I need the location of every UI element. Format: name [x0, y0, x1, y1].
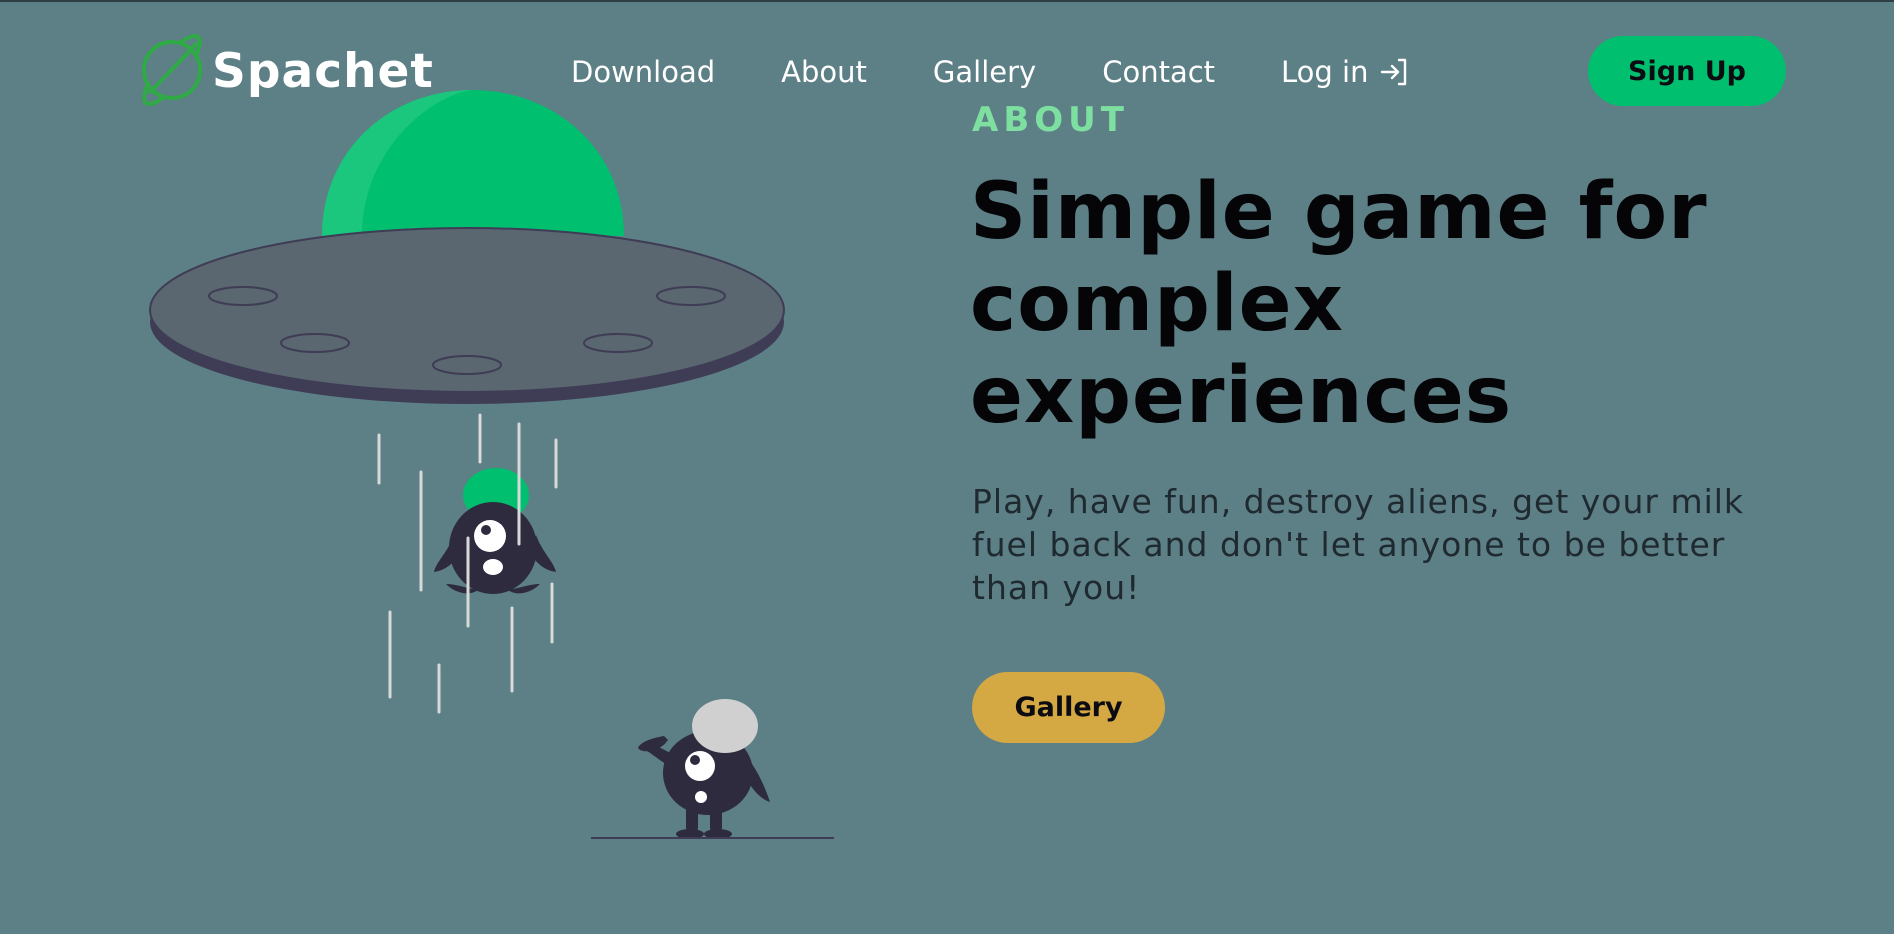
standing-alien	[638, 699, 770, 839]
ufo-abducting-alien-icon	[149, 90, 834, 839]
login-arrow-icon	[1381, 58, 1407, 86]
gallery-button[interactable]: Gallery	[972, 672, 1165, 743]
ufo-dome	[322, 90, 624, 236]
floating-alien	[434, 468, 556, 594]
ufo-disc	[149, 227, 785, 404]
section-eyebrow: ABOUT	[972, 100, 1129, 140]
nav-link-contact[interactable]: Contact	[1102, 48, 1215, 96]
login-label: Log in	[1281, 55, 1369, 89]
hero-title: Simple game for complex experiences	[970, 167, 1708, 441]
hero-description: Play, have fun, destroy aliens, get your…	[972, 482, 1745, 607]
sign-up-button[interactable]: Sign Up	[1588, 36, 1786, 106]
login-link[interactable]: Log in	[1281, 48, 1410, 96]
